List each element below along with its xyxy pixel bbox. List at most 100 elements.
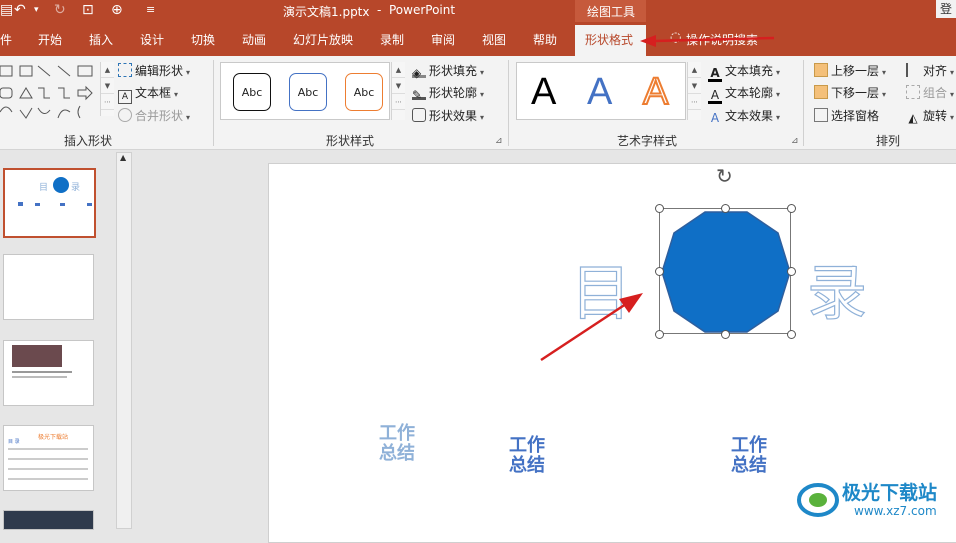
undo-dropdown-icon[interactable]: ▾ [34, 1, 39, 19]
group-title-wordart-styles: 艺术字样式 [617, 134, 678, 148]
resize-handle-nw[interactable] [655, 204, 664, 213]
wordart-style-blue[interactable]: A [587, 69, 612, 115]
rotate-handle-icon[interactable]: ↻ [716, 164, 733, 188]
slide-thumbnail-1[interactable]: 目 录 [3, 168, 96, 238]
shapes-gallery[interactable] [0, 62, 100, 122]
group-button[interactable]: 组合 ▾ [906, 84, 954, 104]
redo-icon[interactable]: ↻ [54, 1, 66, 19]
wordart-scroll[interactable]: ▲ ▼ ⋯ [687, 62, 701, 120]
text-box-button[interactable]: A 文本框 ▾ [118, 84, 178, 104]
pen-icon: ✎ [412, 86, 426, 102]
tab-design[interactable]: 设计 [140, 31, 164, 48]
wordart-style-black[interactable]: A [531, 69, 556, 115]
bring-forward-button[interactable]: 上移一层 ▾ [814, 62, 886, 82]
tab-view[interactable]: 视图 [482, 31, 506, 48]
thumbnail-scrollbar[interactable]: ▲ [116, 152, 132, 529]
slide-title-right[interactable]: 录 [806, 263, 867, 324]
separator [213, 60, 214, 146]
ribbon-tabs: 件 开始 插入 设计 切换 动画 幻灯片放映 录制 审阅 视图 帮助 形状格式 … [0, 22, 956, 56]
effects-icon [412, 108, 426, 122]
shape-style-blue[interactable]: Abc [289, 73, 327, 111]
watermark-name: 极光下载站 [842, 482, 938, 504]
tab-help[interactable]: 帮助 [533, 31, 557, 48]
watermark-logo-icon [797, 483, 839, 517]
edit-shape-button[interactable]: 编辑形状 ▾ [118, 62, 190, 82]
selected-shape[interactable] [655, 204, 796, 339]
undo-icon[interactable]: ↶ [14, 1, 26, 19]
text-fill-icon: A [708, 67, 722, 82]
shapes-gallery-icon [0, 65, 93, 119]
thumb-line [12, 376, 67, 378]
slide-thumbnail-2[interactable] [3, 254, 94, 320]
app-name: PowerPoint [389, 3, 456, 17]
merge-shapes-button[interactable]: 合并形状 ▾ [118, 107, 190, 127]
thumb-shape [53, 177, 69, 193]
save-icon[interactable]: ▤ [0, 1, 13, 19]
from-beginning-icon[interactable]: ⊡ [82, 1, 94, 19]
print-preview-icon[interactable]: ⊕ [111, 1, 123, 19]
resize-handle-e[interactable] [787, 267, 796, 276]
shape-effects-button[interactable]: 形状效果 ▾ [412, 107, 484, 127]
dialog-launcher-icon[interactable]: ⊿ [495, 136, 503, 146]
shape-styles-gallery: Abc Abc Abc [220, 62, 390, 120]
red-arrow-shape-annotation [540, 293, 643, 362]
selection-pane-button[interactable]: 选择窗格 [814, 107, 879, 125]
shape-styles-scroll[interactable]: ▲ ▼ ⋯ [391, 62, 405, 120]
resize-handle-ne[interactable] [787, 204, 796, 213]
signin-button[interactable]: 登 [936, 0, 956, 18]
tab-shape-format-label: 形状格式 [585, 33, 634, 47]
summary-item-1[interactable]: 工作 总结 [379, 424, 415, 464]
edit-shape-icon [118, 63, 132, 77]
watermark-url: www.xz7.com [854, 504, 937, 518]
align-button[interactable]: 对齐 ▾ [906, 62, 954, 82]
contextual-tab-group: 绘图工具 [575, 0, 646, 22]
align-icon [906, 63, 920, 77]
customize-qat-icon[interactable]: ≡ [146, 1, 155, 19]
shapes-gallery-scroll[interactable]: ▲ ▼ ⋯ [100, 62, 114, 116]
shape-fill-button[interactable]: ◈ 形状填充 ▾ [412, 62, 484, 82]
summary-item-2[interactable]: 工作 总结 [509, 436, 545, 476]
context-tool-label: 绘图工具 [587, 5, 636, 19]
tab-slideshow[interactable]: 幻灯片放映 [293, 31, 353, 48]
resize-handle-s[interactable] [721, 330, 730, 339]
watermark: 极光下载站 www.xz7.com [796, 474, 956, 528]
thumb-mark [87, 203, 92, 206]
decagon-shape[interactable] [660, 209, 792, 335]
ribbon: ▲ ▼ ⋯ 编辑形状 ▾ A 文本框 ▾ 合并形状 ▾ 插入形状 Abc Abc Abc ▲… [0, 56, 956, 150]
tab-home[interactable]: 开始 [38, 31, 62, 48]
group-icon [906, 85, 920, 99]
tab-record[interactable]: 录制 [380, 31, 404, 48]
slide-thumbnail-3[interactable] [3, 340, 94, 406]
slide-thumbnail-5[interactable] [3, 510, 94, 530]
tab-insert[interactable]: 插入 [89, 31, 113, 48]
text-outline-icon: A [708, 89, 722, 104]
wordart-style-orange[interactable]: A [642, 69, 669, 115]
shape-style-orange[interactable]: Abc [345, 73, 383, 111]
shape-outline-button[interactable]: ✎ 形状轮廓 ▾ [412, 84, 484, 104]
separator [508, 60, 509, 146]
wordart-gallery: A A A [516, 62, 686, 120]
rotate-button[interactable]: ◭ 旋转 ▾ [906, 107, 954, 127]
scroll-up-icon[interactable]: ▲ [120, 153, 126, 162]
resize-handle-se[interactable] [787, 330, 796, 339]
tab-transitions[interactable]: 切换 [191, 31, 215, 48]
summary-item-3[interactable]: 工作 总结 [731, 436, 767, 476]
shape-style-black[interactable]: Abc [233, 73, 271, 111]
dialog-launcher-icon[interactable]: ⊿ [791, 136, 799, 146]
slide-thumbnail-4[interactable]: 极光下载站 目 录 [3, 425, 94, 491]
tab-review[interactable]: 审阅 [431, 31, 455, 48]
title-bar: ▤ ↶ ▾ ↻ ⊡ ⊕ ≡ 演示文稿1.pptx - PowerPoint 绘图… [0, 0, 956, 22]
text-effects-button[interactable]: A 文本效果 ▾ [708, 107, 780, 127]
group-title-shape-styles: 形状样式 [326, 134, 375, 148]
tab-file[interactable]: 件 [0, 31, 12, 48]
text-fill-button[interactable]: A 文本填充 ▾ [708, 62, 780, 82]
tab-animations[interactable]: 动画 [242, 31, 266, 48]
resize-handle-n[interactable] [721, 204, 730, 213]
resize-handle-w[interactable] [655, 267, 664, 276]
text-outline-button[interactable]: A 文本轮廓 ▾ [708, 84, 780, 104]
thumb-text: 目 [39, 183, 49, 193]
thumb-line [8, 478, 88, 480]
merge-shapes-icon [118, 108, 132, 122]
thumb-sub: 目 录 [8, 439, 20, 445]
send-backward-button[interactable]: 下移一层 ▾ [814, 84, 886, 104]
